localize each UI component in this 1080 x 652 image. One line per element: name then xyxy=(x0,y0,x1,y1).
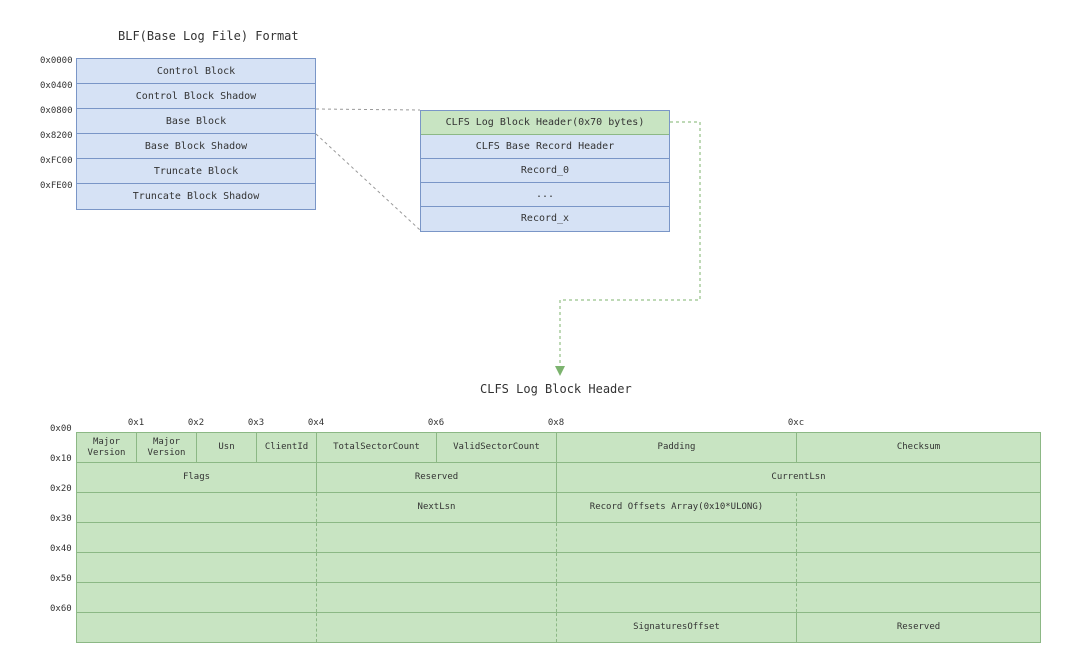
field-cont xyxy=(77,523,317,552)
detail-row: CLFS Base Record Header xyxy=(421,135,669,159)
row-offset: 0x20 xyxy=(50,484,72,494)
blf-row: Base Block Shadow xyxy=(77,134,315,159)
field-record-offsets: Record Offsets Array(0x10*ULONG) xyxy=(557,493,797,522)
header-row xyxy=(77,523,1040,553)
field-flags: Flags xyxy=(77,463,317,492)
blf-row: Truncate Block xyxy=(77,159,315,184)
field-cont xyxy=(317,523,557,552)
field-current-lsn: CurrentLsn xyxy=(557,463,1040,492)
blf-row: Control Block xyxy=(77,59,315,84)
row-offset: 0x10 xyxy=(50,454,72,464)
field-cont xyxy=(797,583,1040,612)
field-record-offsets-cont xyxy=(797,493,1040,522)
row-offset: 0x30 xyxy=(50,514,72,524)
offset-label: 0xFC00 xyxy=(40,156,73,166)
tick-label: 0xc xyxy=(788,418,804,428)
blf-title: BLF(Base Log File) Format xyxy=(118,29,299,43)
field-cont xyxy=(77,553,317,582)
field-reserved2: Reserved xyxy=(797,613,1040,642)
header-row: Major Version Major Version Usn ClientId… xyxy=(77,433,1040,463)
offset-label: 0x8200 xyxy=(40,131,73,141)
header-grid: Major Version Major Version Usn ClientId… xyxy=(76,432,1041,643)
header-row: NextLsn Record Offsets Array(0x10*ULONG) xyxy=(77,493,1040,523)
field-cont xyxy=(557,583,797,612)
offset-label: 0x0400 xyxy=(40,81,73,91)
field-major-version: Major Version xyxy=(137,433,197,462)
field-major-version: Major Version xyxy=(77,433,137,462)
field-clientid: ClientId xyxy=(257,433,317,462)
header-row: SignaturesOffset Reserved xyxy=(77,613,1040,643)
header-row xyxy=(77,583,1040,613)
blf-row: Truncate Block Shadow xyxy=(77,184,315,209)
blf-table: Control Block Control Block Shadow Base … xyxy=(76,58,316,210)
header-ticks: 0x1 0x2 0x3 0x4 0x6 0x8 0xc xyxy=(76,418,1041,432)
blf-row: Base Block xyxy=(77,109,315,134)
offset-label: 0x0800 xyxy=(40,106,73,116)
detail-row: ... xyxy=(421,183,669,207)
field-cont xyxy=(797,523,1040,552)
field-total-sector-count: TotalSectorCount xyxy=(317,433,437,462)
tick-label: 0x6 xyxy=(428,418,444,428)
header-title: CLFS Log Block Header xyxy=(480,382,632,396)
field-cont xyxy=(557,523,797,552)
row-offset: 0x50 xyxy=(50,574,72,584)
field-signatures-offset: SignaturesOffset xyxy=(557,613,797,642)
tick-label: 0x8 xyxy=(548,418,564,428)
field-cont xyxy=(77,613,317,642)
row-offset: 0x40 xyxy=(50,544,72,554)
blf-row: Control Block Shadow xyxy=(77,84,315,109)
header-row xyxy=(77,553,1040,583)
field-checksum: Checksum xyxy=(797,433,1040,462)
detail-table: CLFS Log Block Header(0x70 bytes) CLFS B… xyxy=(420,110,670,232)
offset-label: 0xFE00 xyxy=(40,181,73,191)
row-offset: 0x00 xyxy=(50,424,72,434)
row-offset: 0x60 xyxy=(50,604,72,614)
field-cont xyxy=(317,583,557,612)
field-valid-sector-count: ValidSectorCount xyxy=(437,433,557,462)
field-reserved: Reserved xyxy=(317,463,557,492)
tick-label: 0x4 xyxy=(308,418,324,428)
field-padding: Padding xyxy=(557,433,797,462)
header-struct: 0x1 0x2 0x3 0x4 0x6 0x8 0xc Major Versio… xyxy=(76,418,1041,643)
header-row: Flags Reserved CurrentLsn xyxy=(77,463,1040,493)
tick-label: 0x1 xyxy=(128,418,144,428)
field-next-lsn-part xyxy=(77,493,317,522)
field-cont xyxy=(77,583,317,612)
field-cont xyxy=(317,553,557,582)
tick-label: 0x2 xyxy=(188,418,204,428)
offset-label: 0x0000 xyxy=(40,56,73,66)
detail-row: Record_0 xyxy=(421,159,669,183)
tick-label: 0x3 xyxy=(248,418,264,428)
detail-row: Record_x xyxy=(421,207,669,231)
field-cont xyxy=(797,553,1040,582)
field-next-lsn: NextLsn xyxy=(317,493,557,522)
field-cont xyxy=(317,613,557,642)
field-cont xyxy=(557,553,797,582)
field-usn: Usn xyxy=(197,433,257,462)
detail-row-header: CLFS Log Block Header(0x70 bytes) xyxy=(421,111,669,135)
